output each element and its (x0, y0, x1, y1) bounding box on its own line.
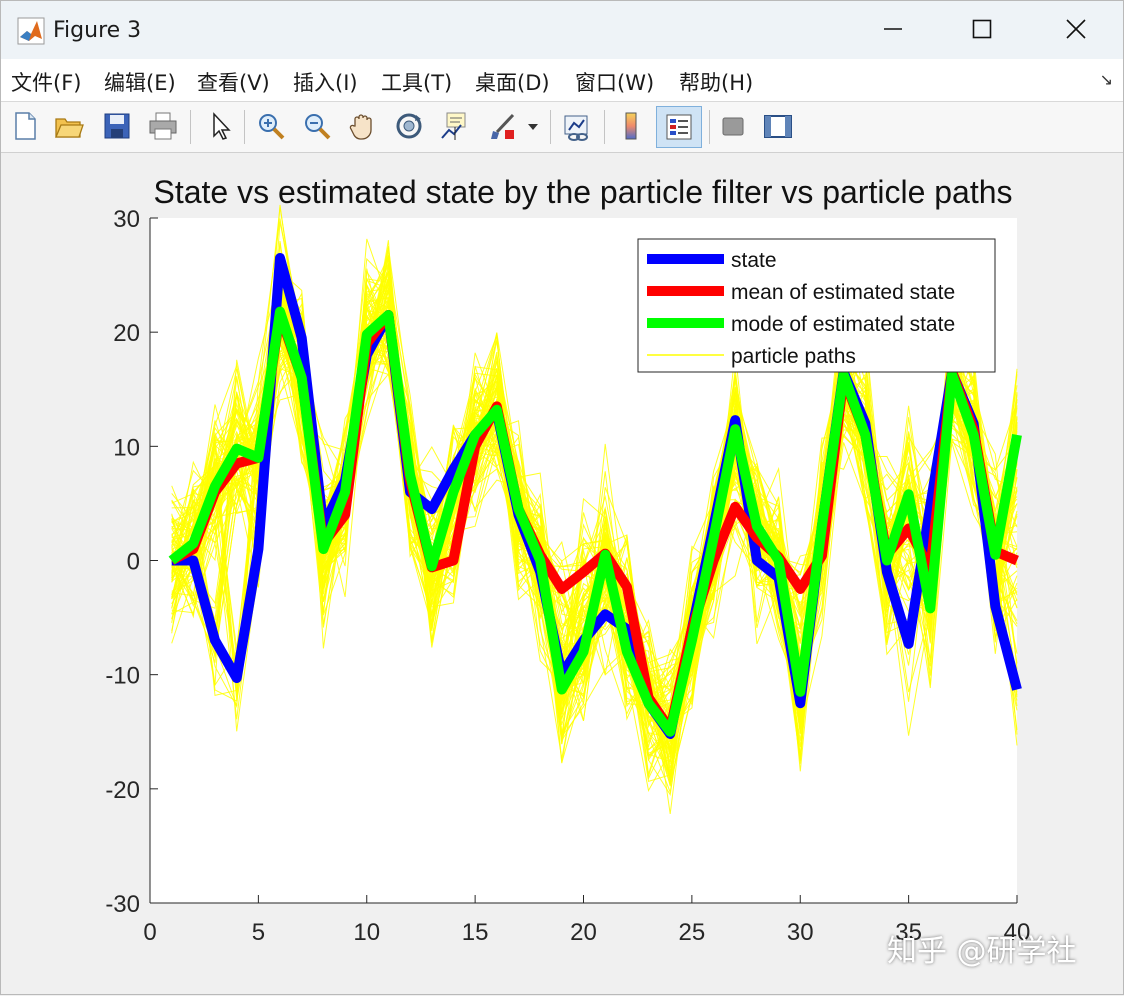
save-icon (104, 113, 130, 139)
matlab-logo-icon (17, 17, 45, 45)
pan-button[interactable] (345, 108, 381, 144)
y-tick-label: -10 (105, 663, 140, 690)
y-tick-label: 30 (113, 206, 140, 233)
x-tick-label: 5 (252, 919, 265, 946)
menu-help[interactable]: 帮助(H) (679, 67, 753, 97)
legend-label-particles: particle paths (731, 345, 856, 368)
x-tick-label: 20 (570, 919, 597, 946)
figure-window: Figure 3 文件(F) 编辑(E) 查看(V) 插入(I) 工具(T) 桌… (0, 0, 1124, 995)
brush-dropdown-button[interactable] (523, 108, 543, 144)
link-plot-icon (564, 115, 588, 141)
link-plot-button[interactable] (559, 108, 595, 144)
x-tick-label: 10 (353, 919, 380, 946)
zoom-out-icon (305, 114, 331, 140)
show-plot-tools-icon (764, 115, 792, 138)
y-tick-label: -20 (105, 777, 140, 804)
chart-title: State vs estimated state by the particle… (153, 174, 1012, 210)
print-button[interactable] (145, 108, 181, 144)
new-figure-button[interactable] (7, 108, 43, 144)
x-tick-label: 0 (143, 919, 156, 946)
hide-plot-tools-icon (722, 117, 744, 136)
legend-label-mode: mode of estimated state (731, 313, 955, 336)
show-plot-tools-button[interactable] (760, 108, 796, 144)
figure-toolbar (1, 102, 1123, 153)
menu-tools[interactable]: 工具(T) (381, 67, 452, 97)
data-cursor-icon (441, 112, 466, 140)
minimize-button[interactable] (870, 9, 916, 49)
watermark: 知乎 @研学社 (887, 934, 1077, 969)
brush-icon (491, 113, 515, 139)
menu-bar: 文件(F) 编辑(E) 查看(V) 插入(I) 工具(T) 桌面(D) 窗口(W… (1, 59, 1123, 102)
close-button[interactable] (1053, 9, 1099, 49)
data-cursor-button[interactable] (437, 108, 473, 144)
zoom-out-button[interactable] (299, 108, 335, 144)
rotate-3d-button[interactable] (391, 108, 427, 144)
legend-label-mean: mean of estimated state (731, 281, 955, 304)
menu-insert[interactable]: 插入(I) (293, 67, 358, 97)
print-icon (149, 112, 177, 140)
dock-arrow-icon[interactable]: ↘ (1100, 70, 1113, 89)
maximize-icon (972, 19, 992, 39)
rotate-3d-icon (396, 113, 422, 139)
menu-window[interactable]: 窗口(W) (575, 67, 654, 97)
zoom-in-icon (259, 114, 285, 140)
legend[interactable]: state mean of estimated state mode of es… (637, 238, 996, 373)
legend-button[interactable] (656, 106, 702, 148)
pan-hand-icon (349, 114, 372, 140)
open-file-button[interactable] (51, 108, 87, 144)
zoom-in-button[interactable] (253, 108, 289, 144)
x-tick-label: 25 (679, 919, 706, 946)
hide-plot-tools-button[interactable] (715, 108, 751, 144)
minimize-icon (884, 28, 902, 30)
menu-edit[interactable]: 编辑(E) (104, 67, 176, 97)
y-tick-label: -30 (105, 891, 140, 918)
window-title: Figure 3 (53, 18, 142, 43)
menu-view[interactable]: 查看(V) (197, 67, 270, 97)
chevron-down-icon (528, 124, 538, 130)
chart-svg[interactable]: 0 5 10 15 20 25 30 35 40-30-20-100102030 State v… (1, 153, 1123, 994)
legend-icon (666, 114, 692, 140)
save-button[interactable] (99, 108, 135, 144)
y-tick-label: 20 (113, 320, 140, 347)
pointer-icon (213, 112, 231, 140)
menu-desktop[interactable]: 桌面(D) (475, 67, 550, 97)
colorbar-icon (625, 112, 637, 140)
new-figure-icon (15, 112, 36, 140)
legend-label-state: state (731, 249, 777, 272)
x-tick-label: 30 (787, 919, 814, 946)
y-tick-label: 0 (127, 549, 140, 576)
menu-file[interactable]: 文件(F) (11, 67, 81, 97)
plot-area: 0 5 10 15 20 25 30 35 40 -30 -20 -10 0 10 20 30 State v… (1, 153, 1124, 996)
brush-button[interactable] (485, 108, 521, 144)
pointer-button[interactable] (201, 108, 237, 144)
x-tick-label: 15 (462, 919, 489, 946)
colorbar-button[interactable] (613, 108, 649, 144)
maximize-button[interactable] (959, 9, 1005, 49)
close-icon (1066, 19, 1086, 39)
open-file-icon (55, 118, 84, 138)
y-tick-label: 10 (113, 434, 140, 461)
title-bar: Figure 3 (1, 1, 1123, 59)
